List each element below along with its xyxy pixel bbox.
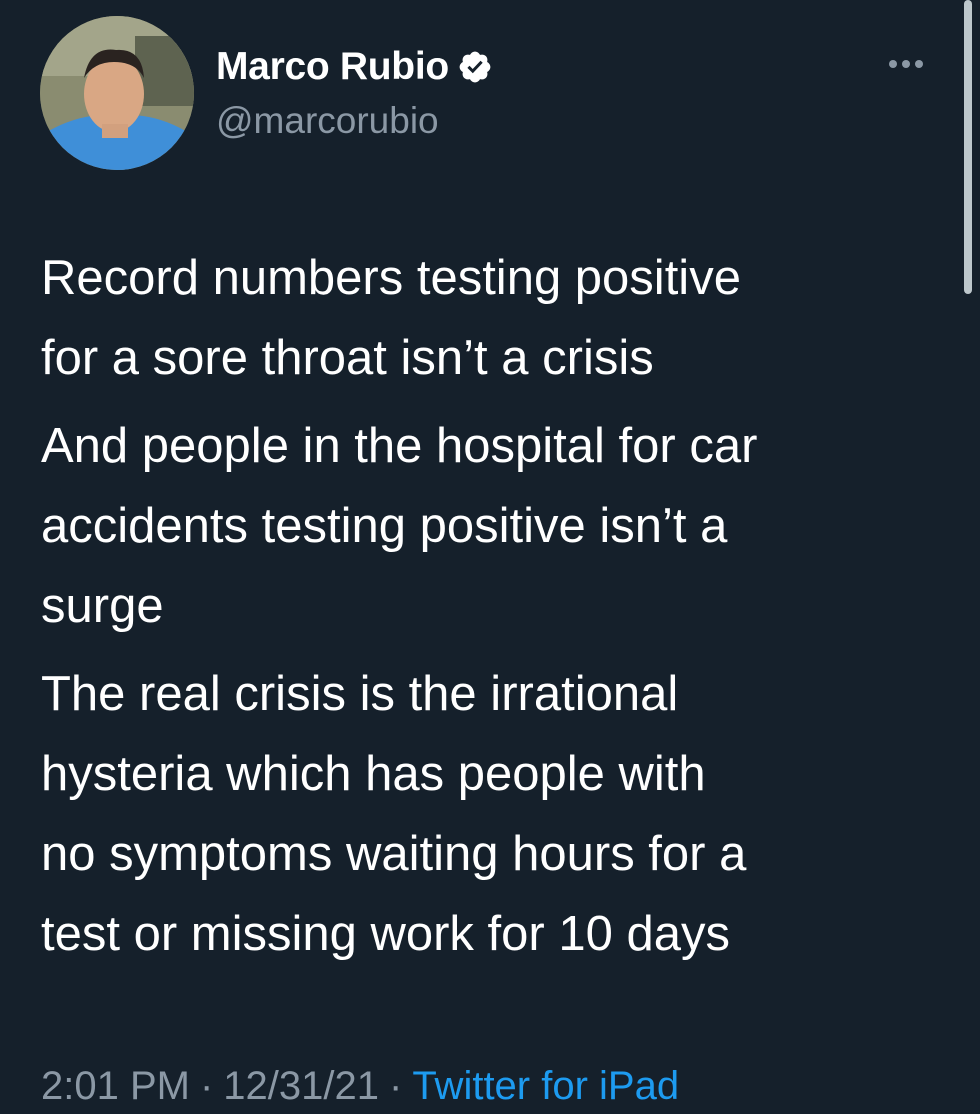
author-name-row[interactable]: Marco Rubio (216, 40, 493, 94)
scrollbar[interactable] (964, 0, 972, 294)
meta-separator: · (199, 1064, 214, 1108)
tweet-date[interactable]: 12/31/21 (223, 1064, 379, 1108)
tweet-source-link[interactable]: Twitter for iPad (412, 1064, 679, 1108)
tweet: Marco Rubio @marcorubio Record numbers t… (0, 0, 980, 1114)
avatar[interactable] (40, 16, 194, 170)
author-block: Marco Rubio @marcorubio (216, 40, 493, 142)
meta-separator: · (389, 1064, 403, 1108)
tweet-meta: 2:01 PM · 12/31/21 · Twitter for iPad (41, 1060, 679, 1112)
tweet-paragraph: The real crisis is the irrational hyster… (41, 667, 747, 961)
tweet-time[interactable]: 2:01 PM (41, 1064, 190, 1108)
avatar-image (40, 16, 194, 170)
tweet-text: Record numbers testing positive for a so… (41, 238, 951, 974)
verified-badge-icon (457, 49, 493, 85)
tweet-paragraph: Record numbers testing positive for a so… (41, 251, 741, 385)
more-options-icon[interactable] (884, 44, 942, 84)
tweet-paragraph: And people in the hospital for car accid… (41, 419, 758, 633)
author-display-name[interactable]: Marco Rubio (216, 45, 449, 89)
author-handle[interactable]: @marcorubio (216, 100, 493, 142)
